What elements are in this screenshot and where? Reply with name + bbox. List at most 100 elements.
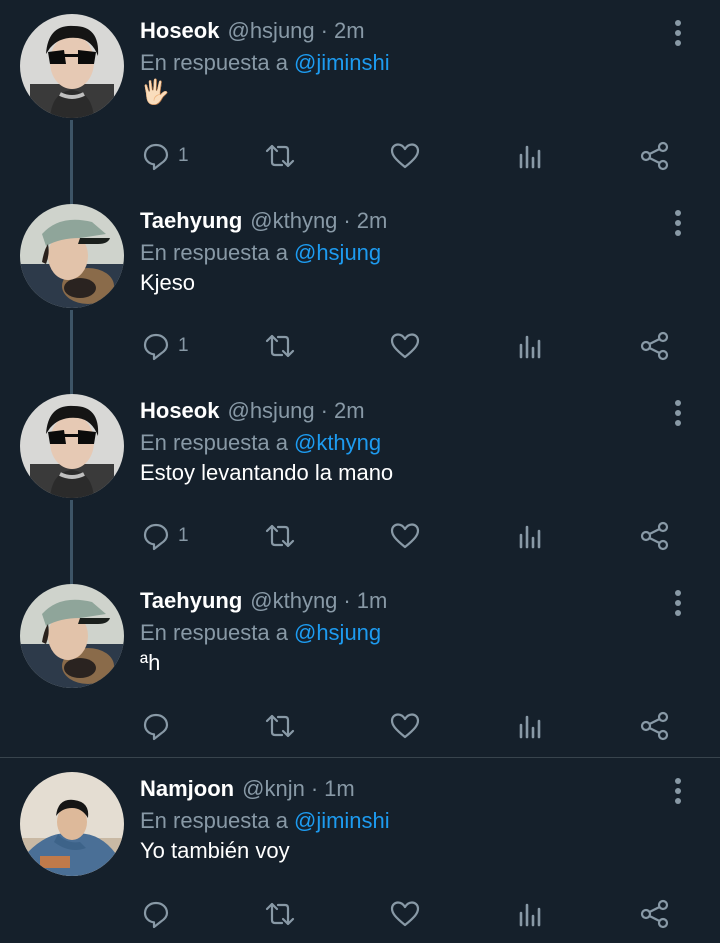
like-button[interactable]	[389, 136, 421, 176]
display-name[interactable]: Hoseok	[140, 18, 219, 43]
avatar[interactable]	[20, 584, 124, 688]
tweet[interactable]: Taehyung @kthyng · 1m En respuesta a @hsjung…	[0, 570, 720, 757]
like-button[interactable]	[389, 706, 421, 746]
retweet-icon	[265, 144, 295, 168]
reply-to-handle[interactable]: @hsjung	[294, 620, 381, 645]
tweet[interactable]: Hoseok @hsjung · 2m En respuesta a @kthyng E…	[0, 380, 720, 570]
stats-icon	[519, 525, 541, 549]
share-icon	[640, 141, 669, 171]
timestamp[interactable]: 2m	[334, 18, 365, 43]
like-button[interactable]	[389, 894, 421, 934]
stats-button[interactable]	[515, 706, 547, 746]
retweet-button[interactable]	[264, 894, 296, 934]
display-name[interactable]: Taehyung	[140, 588, 242, 613]
reply-icon	[143, 523, 169, 551]
retweet-button[interactable]	[264, 326, 296, 366]
reply-to-handle[interactable]: @jiminshi	[294, 808, 390, 833]
reply-button[interactable]	[140, 706, 178, 746]
reply-to-handle[interactable]: @hsjung	[294, 240, 381, 265]
avatar[interactable]	[20, 14, 124, 118]
share-icon	[640, 331, 669, 361]
retweet-button[interactable]	[264, 136, 296, 176]
stats-icon	[519, 903, 541, 927]
like-button[interactable]	[389, 516, 421, 556]
tweet-actions: 1	[0, 516, 720, 556]
retweet-icon	[265, 334, 295, 358]
retweet-icon	[265, 524, 295, 548]
more-vertical-icon[interactable]	[668, 208, 688, 238]
display-name[interactable]: Taehyung	[140, 208, 242, 233]
stats-button[interactable]	[515, 136, 547, 176]
share-button[interactable]	[639, 136, 671, 176]
more-vertical-icon[interactable]	[668, 588, 688, 618]
reply-button[interactable]: 1	[140, 136, 189, 176]
tweet-header: Hoseok @hsjung · 2m	[140, 16, 365, 46]
reply-to-handle[interactable]: @jiminshi	[294, 50, 390, 75]
user-handle[interactable]: @hsjung	[227, 398, 314, 423]
tweet-text: 🖐🏻	[140, 79, 170, 106]
display-name[interactable]: Namjoon	[140, 776, 234, 801]
stats-button[interactable]	[515, 894, 547, 934]
like-button[interactable]	[389, 326, 421, 366]
reply-count: 1	[178, 145, 189, 166]
stats-icon	[519, 335, 541, 359]
reply-button[interactable]: 1	[140, 326, 189, 366]
timestamp[interactable]: 2m	[357, 208, 388, 233]
tweet-header: Taehyung @kthyng · 2m	[140, 206, 387, 236]
avatar[interactable]	[20, 394, 124, 498]
more-vertical-icon[interactable]	[668, 776, 688, 806]
reply-context: En respuesta a @jiminshi	[140, 806, 390, 836]
reply-context: En respuesta a @hsjung	[140, 238, 381, 268]
tweet-actions: 1	[0, 326, 720, 366]
stats-button[interactable]	[515, 516, 547, 556]
tweet[interactable]: Hoseok @hsjung · 2m En respuesta a @jiminshi…	[0, 0, 720, 190]
separator: ·	[343, 588, 351, 613]
user-handle[interactable]: @kthyng	[250, 208, 337, 233]
avatar[interactable]	[20, 204, 124, 308]
more-vertical-icon[interactable]	[668, 398, 688, 428]
reply-button[interactable]: 1	[140, 516, 189, 556]
tweet-header: Hoseok @hsjung · 2m	[140, 396, 365, 426]
tweet-text: Yo también voy	[140, 838, 290, 863]
share-icon	[640, 899, 669, 929]
tweet[interactable]: Namjoon @knjn · 1m En respuesta a @jiminshi …	[0, 758, 720, 943]
tweet-text: Estoy levantando la mano	[140, 460, 394, 485]
timestamp[interactable]: 2m	[334, 398, 365, 423]
share-icon	[640, 711, 669, 741]
separator: ·	[343, 208, 351, 233]
reply-prefix: En respuesta a	[140, 430, 288, 455]
heart-icon	[390, 523, 420, 549]
retweet-button[interactable]	[264, 516, 296, 556]
reply-icon	[143, 713, 169, 741]
stats-button[interactable]	[515, 326, 547, 366]
share-button[interactable]	[639, 706, 671, 746]
user-handle[interactable]: @knjn	[242, 776, 305, 801]
reply-button[interactable]	[140, 894, 178, 934]
reply-icon	[143, 143, 169, 171]
timestamp[interactable]: 1m	[357, 588, 388, 613]
retweet-icon	[265, 902, 295, 926]
avatar[interactable]	[20, 772, 124, 876]
reply-prefix: En respuesta a	[140, 808, 288, 833]
reply-icon	[143, 333, 169, 361]
heart-icon	[390, 901, 420, 927]
reply-to-handle[interactable]: @kthyng	[294, 430, 381, 455]
tweet-actions: 1	[0, 136, 720, 176]
share-button[interactable]	[639, 894, 671, 934]
display-name[interactable]: Hoseok	[140, 398, 219, 423]
reply-prefix: En respuesta a	[140, 50, 288, 75]
separator: ·	[320, 18, 328, 43]
separator: ·	[310, 776, 319, 801]
more-vertical-icon[interactable]	[668, 18, 688, 48]
reply-context: En respuesta a @kthyng	[140, 428, 381, 458]
user-handle[interactable]: @kthyng	[250, 588, 337, 613]
user-handle[interactable]: @hsjung	[227, 18, 314, 43]
reply-prefix: En respuesta a	[140, 240, 288, 265]
retweet-button[interactable]	[264, 706, 296, 746]
timestamp[interactable]: 1m	[324, 776, 355, 801]
tweet-header: Taehyung @kthyng · 1m	[140, 586, 387, 616]
share-button[interactable]	[639, 516, 671, 556]
tweet[interactable]: Taehyung @kthyng · 2m En respuesta a @hsjung…	[0, 190, 720, 380]
stats-icon	[519, 145, 541, 169]
share-button[interactable]	[639, 326, 671, 366]
